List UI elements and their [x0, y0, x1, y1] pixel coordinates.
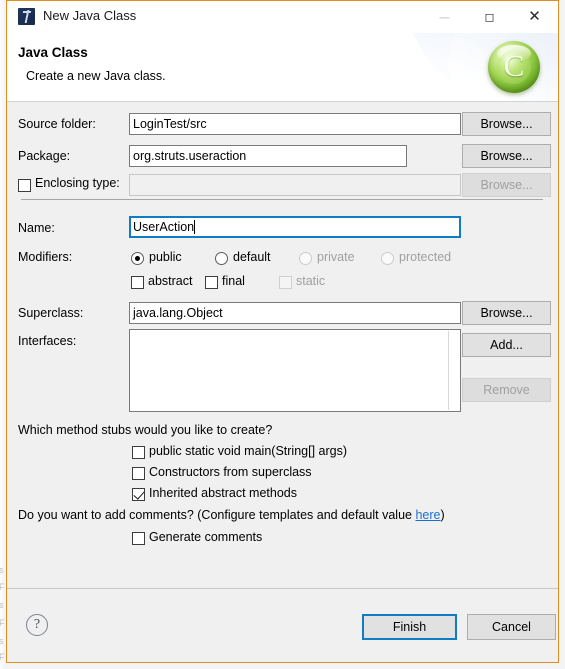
wizard-banner: Java Class Create a new Java class. C [7, 33, 558, 102]
interfaces-label: Interfaces: [18, 334, 77, 348]
modifier-label-static: static [296, 274, 326, 288]
interfaces-add-button[interactable]: Add... [462, 333, 551, 357]
class-name-input[interactable]: UserAction [129, 216, 461, 238]
title-bar: New Java Class ─ ◻ ✕ [7, 1, 558, 33]
banner-title: Java Class [18, 45, 88, 60]
ghost-text: F [0, 618, 5, 628]
modifier-label-abstract: abstract [148, 274, 193, 288]
stub-checkbox-main-method[interactable] [132, 446, 145, 459]
stub-label-constructors: Constructors from superclass [149, 465, 312, 479]
modifier-label-public: public [149, 250, 182, 264]
modifier-radio-private[interactable] [299, 252, 312, 265]
source-folder-input[interactable]: LoginTest/src [129, 113, 461, 135]
enclosing-type-browse-button[interactable]: Browse... [462, 173, 551, 197]
interfaces-list[interactable] [129, 329, 461, 412]
name-label: Name: [18, 221, 55, 235]
close-button[interactable]: ✕ [512, 1, 557, 32]
comments-question-text: Do you want to add comments? (Configure … [18, 508, 416, 522]
stub-label-main-method: public static void main(String[] args) [149, 444, 347, 458]
package-browse-button[interactable]: Browse... [462, 144, 551, 168]
stub-checkbox-inherited-abstract[interactable] [132, 488, 145, 501]
configure-templates-link[interactable]: here [415, 508, 440, 522]
modifiers-label: Modifiers: [18, 250, 73, 264]
source-folder-browse-button[interactable]: Browse... [462, 112, 551, 136]
source-folder-label: Source folder: [18, 117, 96, 131]
window-title: New Java Class [43, 8, 137, 23]
ghost-text: F [0, 652, 5, 662]
java-class-wizard-logo-icon: C [488, 41, 540, 93]
interfaces-remove-button[interactable]: Remove [462, 378, 551, 402]
maximize-button[interactable]: ◻ [467, 1, 512, 32]
java-class-icon [18, 8, 35, 25]
new-java-class-dialog: New Java Class ─ ◻ ✕ Java Class Create a… [6, 0, 559, 663]
ghost-text: s [0, 636, 4, 646]
package-input[interactable]: org.struts.useraction [129, 145, 407, 167]
comments-question-suffix: ) [440, 508, 445, 522]
modifier-radio-default[interactable] [215, 252, 228, 265]
superclass-browse-button[interactable]: Browse... [462, 301, 551, 325]
text-caret [194, 220, 196, 234]
interfaces-scroll-track [448, 331, 449, 410]
modifier-checkbox-static[interactable] [279, 276, 292, 289]
section-separator-1 [21, 199, 543, 200]
minimize-button[interactable]: ─ [422, 1, 467, 32]
modifier-label-final: final [222, 274, 245, 288]
modifier-label-private: private [317, 250, 355, 264]
generate-comments-checkbox[interactable] [132, 532, 145, 545]
superclass-label: Superclass: [18, 306, 84, 320]
dialog-body: Source folder: LoginTest/src Browse... P… [7, 102, 558, 623]
help-icon[interactable]: ? [26, 614, 48, 636]
ghost-text: F [0, 582, 5, 592]
stub-checkbox-constructors[interactable] [132, 467, 145, 480]
comments-question: Do you want to add comments? (Configure … [18, 508, 445, 522]
method-stubs-question: Which method stubs would you like to cre… [18, 423, 273, 437]
finish-button[interactable]: Finish [362, 614, 457, 640]
logo-gloss [497, 45, 531, 62]
modifier-label-default: default [233, 250, 271, 264]
superclass-input[interactable]: java.lang.Object [129, 302, 461, 324]
enclosing-type-label: Enclosing type: [35, 176, 120, 190]
banner-subtitle: Create a new Java class. [26, 69, 166, 83]
modifier-radio-protected[interactable] [381, 252, 394, 265]
enclosing-type-checkbox[interactable] [18, 179, 31, 192]
ghost-text: s [0, 565, 4, 575]
generate-comments-label: Generate comments [149, 530, 263, 544]
close-icon: ✕ [528, 8, 541, 25]
modifier-checkbox-final[interactable] [205, 276, 218, 289]
package-label: Package: [18, 149, 71, 163]
enclosing-type-input[interactable] [129, 174, 461, 196]
maximize-icon: ◻ [484, 10, 495, 24]
class-name-value: UserAction [133, 220, 195, 234]
minimize-icon: ─ [439, 9, 450, 25]
stub-label-inherited-abstract: Inherited abstract methods [149, 486, 297, 500]
cancel-button[interactable]: Cancel [467, 614, 556, 640]
dialog-footer: ? Finish Cancel [7, 588, 558, 662]
modifier-radio-public[interactable] [131, 252, 144, 265]
modifier-checkbox-abstract[interactable] [131, 276, 144, 289]
modifier-label-protected: protected [399, 250, 452, 264]
ghost-text: s [0, 600, 4, 610]
